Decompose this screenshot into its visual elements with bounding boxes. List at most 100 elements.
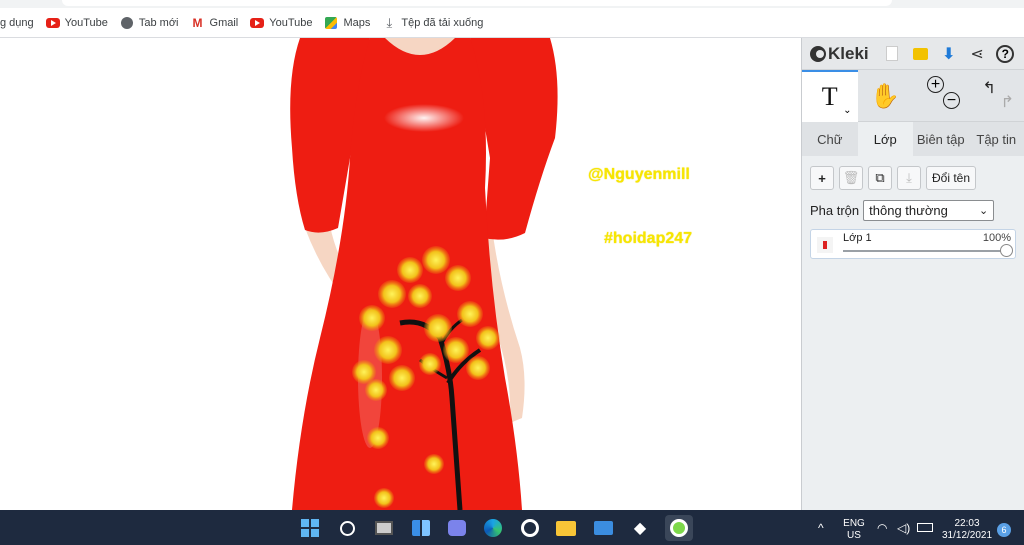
bookmark-youtube-1[interactable]: YouTube xyxy=(45,8,108,38)
bookmark-label: YouTube xyxy=(64,16,108,29)
dress-drawing xyxy=(290,38,558,510)
download-icon: ⬇ xyxy=(942,45,956,63)
kleki-logo[interactable]: Kleki xyxy=(810,44,869,64)
duplicate-icon: ⧉ xyxy=(875,170,885,185)
wifi-status[interactable]: ◠ xyxy=(877,522,887,534)
share-button[interactable]: ⋖ xyxy=(967,43,986,65)
dropbox-button[interactable]: ◆ xyxy=(629,517,651,539)
speaker-icon: ◁) xyxy=(897,521,911,535)
rename-layer-button[interactable]: Đổi tên xyxy=(926,166,977,190)
widgets-icon xyxy=(412,520,430,536)
mail-button[interactable] xyxy=(592,517,614,539)
new-image-button[interactable] xyxy=(883,43,902,65)
blend-mode-select[interactable]: thông thường ⌄ xyxy=(863,200,995,221)
windows-icon xyxy=(301,519,319,537)
merge-down-icon: ⤓ xyxy=(906,170,912,185)
tab-text[interactable]: Chữ xyxy=(802,122,858,156)
youtube-icon xyxy=(250,16,265,30)
hand-tool-button[interactable]: ✋ xyxy=(858,70,914,122)
open-button[interactable] xyxy=(911,43,930,65)
bookmark-label: Tệp đã tải xuống xyxy=(401,16,484,29)
search-button[interactable] xyxy=(336,517,358,539)
clock[interactable]: 22:03 31/12/2021 xyxy=(942,518,992,542)
folder-icon xyxy=(556,520,576,536)
windows-taskbar: ◆ ^ ENG US ◠ ◁) 22:03 31/12/2021 6 xyxy=(0,510,1024,545)
file-explorer-button[interactable] xyxy=(555,517,577,539)
bookmark-label: Gmail xyxy=(209,16,239,29)
bookmark-youtube-2[interactable]: YouTube xyxy=(250,8,312,38)
drawing-canvas[interactable]: @Nguyenmill #hoidap247 xyxy=(0,38,801,510)
zoom-out-icon[interactable]: − xyxy=(943,92,960,109)
layer-name: Lớp 1 xyxy=(843,232,872,244)
wifi-icon: ◠ xyxy=(877,521,888,535)
blend-label: Pha trộn xyxy=(810,203,860,218)
redo-icon[interactable]: ↱ xyxy=(1001,92,1014,112)
volume-status[interactable]: ◁) xyxy=(897,522,910,534)
zoom-buttons[interactable]: + − xyxy=(913,70,969,122)
save-button[interactable]: ⬇ xyxy=(939,43,958,65)
chrome-icon xyxy=(670,519,688,537)
kleki-top-bar: Kleki ⬇ ⋖ ? xyxy=(802,38,1024,70)
kleki-logo-icon xyxy=(810,45,826,62)
battery-icon xyxy=(917,523,933,532)
folder-icon xyxy=(913,47,929,60)
tray-overflow-button[interactable]: ^ xyxy=(818,522,824,534)
tab-edit[interactable]: Biên tập xyxy=(913,122,969,156)
kleki-logo-text: Kleki xyxy=(828,43,869,63)
merge-layer-button[interactable]: ⤓ xyxy=(897,166,921,190)
chat-button[interactable] xyxy=(446,517,468,539)
battery-status[interactable] xyxy=(917,523,933,532)
bookmarks-bar: g dụng YouTube Tab mới M Gmail YouTube M… xyxy=(0,8,1024,38)
bookmark-label: YouTube xyxy=(269,16,313,29)
watermark-author: @Nguyenmill xyxy=(588,166,690,183)
tool-bar: T ⌄ ✋ + − ↰ ↱ xyxy=(802,70,1024,122)
undo-redo-buttons[interactable]: ↰ ↱ xyxy=(969,70,1024,122)
app-button[interactable] xyxy=(519,517,541,539)
download-icon: ⤓ xyxy=(386,14,393,30)
add-layer-button[interactable]: + xyxy=(810,166,834,190)
circle-app-icon xyxy=(521,519,539,537)
address-bar[interactable] xyxy=(62,0,892,6)
blend-mode-row: Pha trộn thông thường ⌄ xyxy=(802,190,1024,221)
bookmark-new-tab[interactable]: Tab mới xyxy=(120,8,179,38)
layer-item[interactable]: Lớp 1 100% xyxy=(810,229,1016,259)
tab-file[interactable]: Tập tin xyxy=(969,122,1024,156)
task-view-button[interactable] xyxy=(373,517,395,539)
bookmark-downloads[interactable]: ⤓ Tệp đã tải xuống xyxy=(382,8,484,38)
language-indicator[interactable]: ENG US xyxy=(842,518,866,542)
layer-opacity-slider[interactable] xyxy=(843,244,1013,257)
widgets-button[interactable] xyxy=(410,517,432,539)
chat-icon xyxy=(448,520,466,536)
hand-icon: ✋ xyxy=(870,82,901,110)
duplicate-layer-button[interactable]: ⧉ xyxy=(868,166,892,190)
start-button[interactable] xyxy=(299,517,321,539)
text-tool-icon: T xyxy=(821,82,838,111)
language-top: ENG xyxy=(843,518,865,529)
clock-time: 22:03 xyxy=(954,518,980,529)
task-view-icon xyxy=(375,521,393,535)
layer-controls: + 🗑 ⧉ ⤓ Đổi tên xyxy=(802,156,1024,190)
chevron-down-icon: ⌄ xyxy=(978,205,989,217)
share-icon: ⋖ xyxy=(970,45,984,63)
tab-layers[interactable]: Lớp xyxy=(857,122,913,156)
delete-layer-button[interactable]: 🗑 xyxy=(839,166,863,190)
notification-badge[interactable]: 6 xyxy=(997,523,1011,537)
edge-button[interactable] xyxy=(482,517,504,539)
undo-icon[interactable]: ↰ xyxy=(983,78,996,98)
bookmark-gmail[interactable]: M Gmail xyxy=(191,8,239,38)
active-app-button[interactable] xyxy=(665,515,693,541)
maps-icon xyxy=(324,16,338,30)
text-tool-button[interactable]: T ⌄ xyxy=(802,70,858,122)
help-button[interactable]: ? xyxy=(996,43,1015,65)
zoom-in-icon[interactable]: + xyxy=(927,76,944,93)
search-icon xyxy=(339,520,355,536)
bookmark-label: Tab mới xyxy=(138,16,179,29)
bookmark-apps[interactable]: g dụng xyxy=(0,8,34,38)
gmail-icon: M xyxy=(192,15,203,30)
watermark-tag: #hoidap247 xyxy=(604,230,693,247)
slider-handle[interactable] xyxy=(1000,244,1013,257)
bookmark-maps[interactable]: Maps xyxy=(324,8,370,38)
blend-mode-value: thông thường xyxy=(869,203,948,218)
bookmark-label: Maps xyxy=(343,16,371,29)
trash-icon: 🗑 xyxy=(842,170,860,185)
